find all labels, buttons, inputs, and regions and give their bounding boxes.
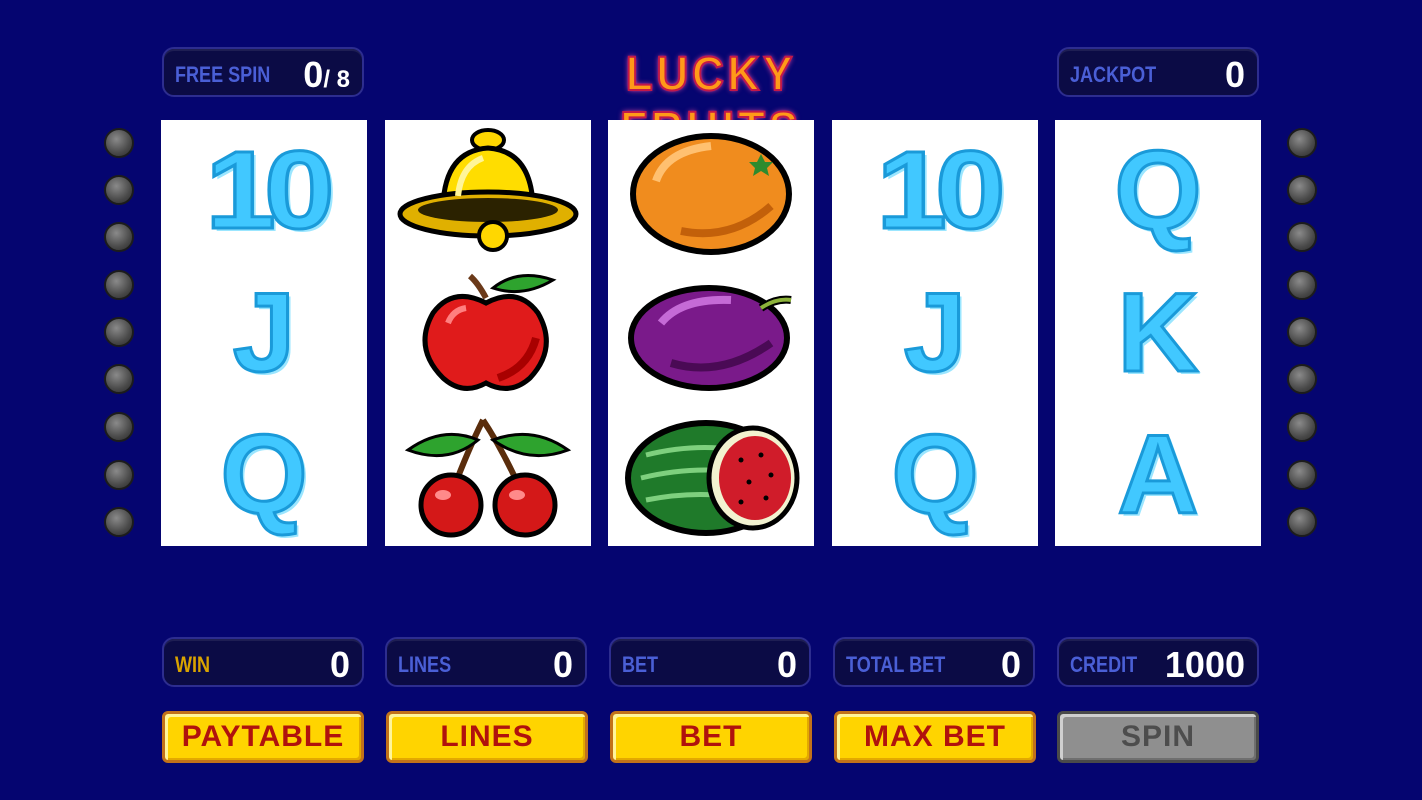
- payline-dot-right-7: [1287, 412, 1317, 442]
- reel-3-symbol-2: [608, 262, 814, 404]
- credit-label: CREDIT: [1070, 652, 1138, 677]
- apple-icon: [422, 273, 557, 391]
- spin-button[interactable]: SPIN: [1057, 711, 1259, 763]
- ten-symbol: 10: [203, 129, 336, 252]
- lines-label: LINES: [398, 652, 452, 677]
- payline-dot-left-9: [104, 507, 134, 537]
- payline-dot-left-6: [104, 364, 134, 394]
- payline-dot-left-2: [104, 175, 134, 205]
- lines-button[interactable]: LINES: [386, 711, 588, 763]
- payline-dot-left-8: [104, 460, 134, 490]
- lines-panel: LINES 0: [385, 637, 587, 687]
- bet-button[interactable]: BET: [610, 711, 812, 763]
- payline-dot-left-1: [104, 128, 134, 158]
- payline-dot-right-5: [1287, 317, 1317, 347]
- bet-label: BET: [622, 652, 659, 677]
- payline-dot-left-5: [104, 317, 134, 347]
- reel-5-symbol-3: A: [1055, 404, 1261, 546]
- reel-5: Q K A: [1055, 120, 1261, 546]
- win-panel: WIN 0: [162, 637, 364, 687]
- credit-value: 1000: [1164, 644, 1245, 685]
- reel-4-symbol-3: Q: [832, 404, 1038, 546]
- max-bet-button[interactable]: MAX BET: [834, 711, 1036, 763]
- free-spin-panel: FREE SPIN 0/ 8: [162, 47, 364, 97]
- payline-dot-right-3: [1287, 222, 1317, 252]
- reel-5-symbol-2: K: [1055, 262, 1261, 404]
- payline-dot-right-8: [1287, 460, 1317, 490]
- total-bet-value: 0: [1000, 644, 1021, 685]
- a-symbol: A: [1116, 412, 1200, 537]
- reel-4-symbol-2: J: [832, 262, 1038, 404]
- watermelon-icon: [625, 420, 800, 536]
- payline-dot-right-9: [1287, 507, 1317, 537]
- reel-2-symbol-1: [385, 120, 591, 262]
- free-spin-label: FREE SPIN: [175, 62, 271, 87]
- reel-1: 10 J Q: [161, 120, 367, 546]
- reel-4-symbol-1: 10: [832, 120, 1038, 262]
- j-symbol: J: [902, 270, 967, 395]
- payline-dot-right-1: [1287, 128, 1317, 158]
- jackpot-label: JACKPOT: [1070, 62, 1157, 87]
- win-label: WIN: [175, 652, 211, 677]
- reel-2-symbol-3: [385, 404, 591, 546]
- payline-dot-right-2: [1287, 175, 1317, 205]
- game-title: LUCKY FRUITS: [619, 47, 799, 157]
- q-symbol: Q: [219, 412, 309, 537]
- ten-symbol: 10: [874, 129, 1007, 252]
- total-bet-label: TOTAL BET: [846, 652, 946, 677]
- bet-panel: BET 0: [609, 637, 811, 687]
- q-symbol: Q: [890, 412, 980, 537]
- cherry-icon: [404, 418, 572, 538]
- payline-dot-left-3: [104, 222, 134, 252]
- orange-icon: [630, 133, 792, 255]
- bet-value: 0: [776, 644, 797, 685]
- reel-2: [385, 120, 591, 546]
- payline-dot-left-4: [104, 270, 134, 300]
- q-symbol: Q: [1113, 128, 1203, 253]
- bell-icon: [397, 128, 579, 252]
- credit-panel: CREDIT 1000: [1057, 637, 1259, 687]
- payline-dot-left-7: [104, 412, 134, 442]
- reel-4: 10 J Q: [832, 120, 1038, 546]
- reel-3-symbol-1: [608, 120, 814, 262]
- reel-1-symbol-3: Q: [161, 404, 367, 546]
- total-bet-panel: TOTAL BET 0: [833, 637, 1035, 687]
- free-spin-total: / 8: [323, 66, 350, 93]
- paytable-button[interactable]: PAYTABLE: [162, 711, 364, 763]
- j-symbol: J: [231, 270, 296, 395]
- reel-1-symbol-2: J: [161, 262, 367, 404]
- jackpot-value: 0: [1224, 54, 1245, 95]
- payline-dot-right-6: [1287, 364, 1317, 394]
- free-spin-value: 0/ 8: [303, 54, 350, 95]
- lines-value: 0: [552, 644, 573, 685]
- reel-3-symbol-3: [608, 404, 814, 546]
- plum-icon: [628, 285, 792, 391]
- reel-1-symbol-1: 10: [161, 120, 367, 262]
- reel-2-symbol-2: [385, 262, 591, 404]
- reel-3: [608, 120, 814, 546]
- reel-5-symbol-1: Q: [1055, 120, 1261, 262]
- payline-dot-right-4: [1287, 270, 1317, 300]
- win-value: 0: [329, 644, 350, 685]
- jackpot-panel: JACKPOT 0: [1057, 47, 1259, 97]
- k-symbol: K: [1116, 270, 1200, 395]
